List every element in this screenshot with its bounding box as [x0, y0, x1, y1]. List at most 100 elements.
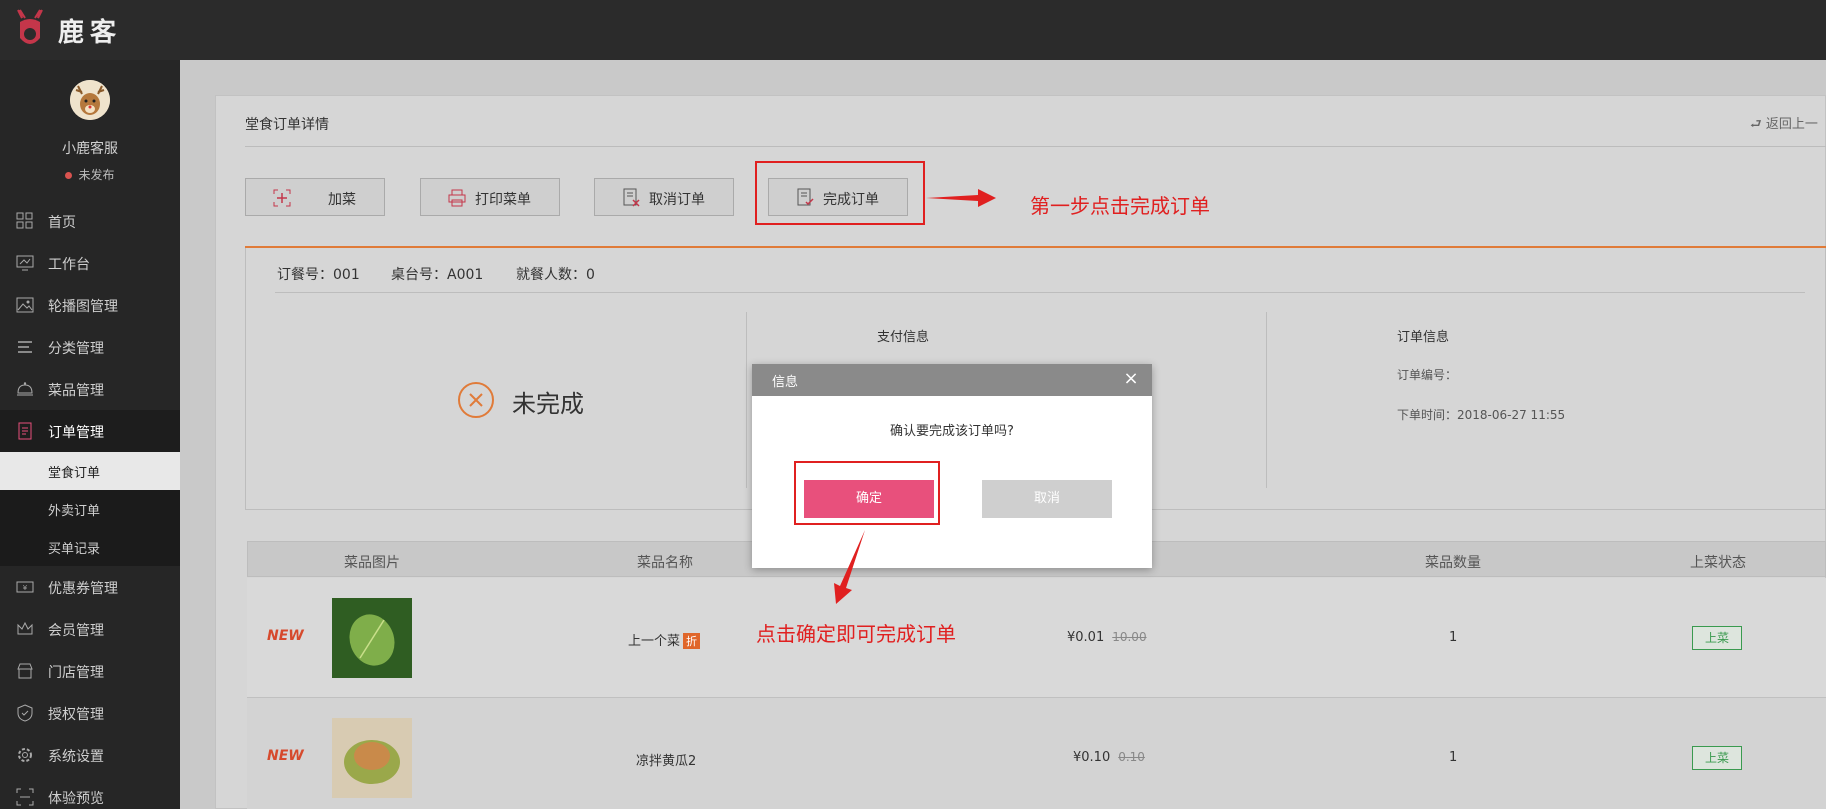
order-icon	[18, 422, 32, 440]
sidebar: 小鹿客服 未发布 首页 工作台 轮播图管理 分类管理 菜品管理 订单管理 堂食订…	[0, 60, 180, 809]
column-header: 菜品数量	[1425, 555, 1481, 571]
diner-count: 就餐人数：0	[516, 267, 595, 283]
payment-info-title: 支付信息	[877, 330, 930, 345]
divider	[1266, 312, 1267, 488]
dish-quantity: 1	[1449, 630, 1458, 645]
close-icon[interactable]: ×	[1122, 370, 1140, 388]
price-current: ¥0.10	[1073, 750, 1111, 765]
sidebar-subitem-takeout-orders[interactable]: 外卖订单	[0, 490, 180, 528]
divider	[275, 292, 1805, 293]
divider	[746, 312, 747, 488]
sidebar-item-label: 菜品管理	[48, 383, 104, 399]
coupon-icon: ¥	[16, 581, 34, 593]
sidebar-item-label: 会员管理	[48, 623, 104, 639]
dish-image	[332, 598, 412, 678]
price-current: ¥0.01	[1067, 630, 1105, 645]
order-status: 未完成	[512, 390, 584, 418]
order-info-title: 订单信息	[1397, 330, 1450, 345]
sidebar-item-label: 首页	[48, 215, 76, 231]
dish-cover-icon	[17, 382, 33, 396]
user-name: 小鹿客服	[62, 141, 118, 157]
price-original: 10.00	[1112, 630, 1147, 644]
dish-price: ¥0.10 0.10	[1073, 750, 1145, 765]
dialog-message: 确认要完成该订单吗?	[890, 424, 1014, 439]
back-link-label: 返回上一	[1765, 117, 1818, 132]
dish-name: 上一个菜折	[628, 630, 701, 649]
dish-image	[332, 718, 412, 798]
preview-icon	[16, 788, 34, 806]
monitor-icon	[16, 255, 34, 271]
close-circle-icon	[458, 382, 494, 418]
dish-name-text: 上一个菜	[628, 634, 681, 649]
serve-button[interactable]: 上菜	[1692, 746, 1742, 770]
order-time: 下单时间：2018-06-27 11:55	[1397, 408, 1566, 422]
new-tag: NEW	[267, 628, 304, 644]
cancel-order-icon	[623, 188, 640, 207]
printer-icon	[448, 189, 466, 207]
sidebar-item-workbench[interactable]: 工作台	[0, 242, 180, 284]
highlight-box-complete-order	[755, 161, 925, 225]
sidebar-item-preview[interactable]: 体验预览	[0, 776, 180, 809]
cancel-button[interactable]: 取消	[982, 480, 1112, 518]
table-row: NEW 凉拌黄瓜2 ¥0.10 0.10 1 上菜	[247, 698, 1826, 809]
back-link[interactable]: ⮐ 返回上一	[1750, 113, 1818, 137]
sidebar-item-dishes[interactable]: 菜品管理	[0, 368, 180, 410]
dish-quantity: 1	[1449, 750, 1458, 765]
add-dish-button[interactable]: 加菜	[245, 178, 385, 216]
column-header: 上菜状态	[1690, 555, 1746, 571]
sidebar-item-coupons[interactable]: ¥ 优惠券管理	[0, 566, 180, 608]
user-status: 未发布	[0, 166, 180, 183]
sidebar-item-stores[interactable]: 门店管理	[0, 650, 180, 692]
sidebar-item-label: 优惠券管理	[48, 581, 118, 597]
svg-text:¥: ¥	[23, 584, 28, 592]
add-dish-label: 加菜	[328, 192, 356, 208]
cancel-order-label: 取消订单	[649, 192, 705, 208]
cancel-order-button[interactable]: 取消订单	[594, 178, 734, 216]
highlight-box-confirm	[794, 461, 940, 525]
sidebar-item-label: 授权管理	[48, 707, 104, 723]
column-header: 菜品名称	[637, 555, 693, 571]
top-bar: 鹿客	[0, 0, 1826, 60]
table-number: 桌台号：A001	[391, 267, 484, 283]
sidebar-item-authorization[interactable]: 授权管理	[0, 692, 180, 734]
annotation-arrow-down-icon	[834, 530, 865, 604]
print-menu-button[interactable]: 打印菜单	[420, 178, 560, 216]
crown-icon	[17, 621, 33, 635]
order-code: 订单编号：	[1397, 368, 1458, 382]
sidebar-item-label: 轮播图管理	[48, 299, 118, 315]
sidebar-item-label: 工作台	[48, 257, 90, 273]
list-icon	[18, 341, 32, 353]
gear-icon	[18, 748, 32, 762]
sidebar-subitem-bill-records[interactable]: 买单记录	[0, 528, 180, 566]
annotation-arrow-right-icon	[926, 189, 996, 207]
column-header: 菜品图片	[344, 555, 400, 571]
new-tag: NEW	[267, 748, 304, 764]
deer-logo-icon	[17, 9, 43, 44]
sidebar-item-label: 系统设置	[48, 749, 104, 765]
sidebar-subitem-dine-in-orders[interactable]: 堂食订单	[0, 452, 180, 490]
sidebar-item-settings[interactable]: 系统设置	[0, 734, 180, 776]
image-icon	[16, 297, 34, 313]
table-row: NEW 上一个菜折 ¥0.01 10.00 1 上菜	[247, 578, 1826, 698]
sidebar-item-label: 体验预览	[48, 791, 104, 807]
add-dish-icon	[273, 189, 291, 207]
sidebar-item-banner[interactable]: 轮播图管理	[0, 284, 180, 326]
sidebar-item-home[interactable]: 首页	[0, 200, 180, 242]
grid-icon	[16, 212, 33, 229]
sidebar-item-label: 门店管理	[48, 665, 104, 681]
sidebar-item-label: 分类管理	[48, 341, 104, 357]
discount-badge: 折	[683, 633, 701, 649]
sidebar-subitem-label: 买单记录	[48, 542, 101, 557]
sidebar-item-category[interactable]: 分类管理	[0, 326, 180, 368]
store-icon	[17, 663, 33, 679]
order-number: 订餐号：001	[277, 267, 360, 283]
annotation-step2: 点击确定即可完成订单	[756, 622, 956, 646]
sidebar-item-members[interactable]: 会员管理	[0, 608, 180, 650]
avatar[interactable]	[70, 80, 110, 120]
status-dot	[65, 172, 73, 179]
serve-button[interactable]: 上菜	[1692, 626, 1742, 650]
sidebar-item-orders[interactable]: 订单管理	[0, 410, 180, 452]
user-block: 小鹿客服 未发布	[0, 60, 180, 200]
back-arrow-icon: ⮐	[1750, 117, 1766, 132]
page-title: 堂食订单详情	[245, 117, 329, 133]
